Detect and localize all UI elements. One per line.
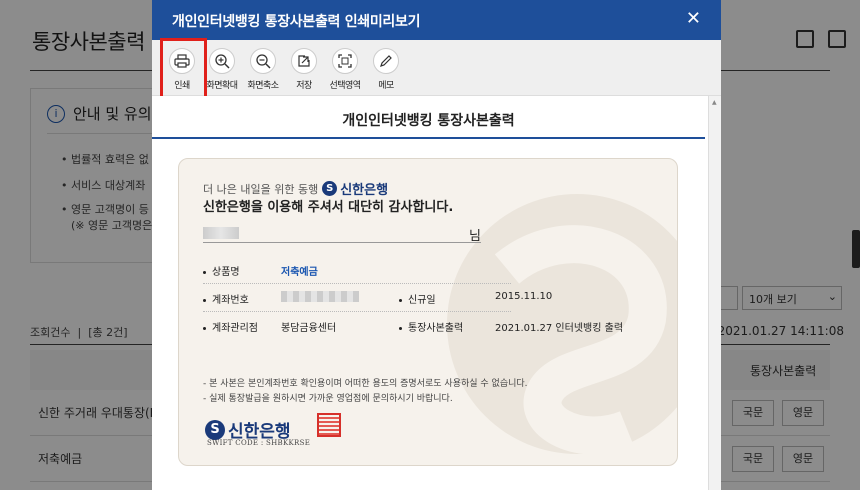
close-icon[interactable]: ✕ [686, 9, 701, 29]
zoom-in-icon [209, 48, 235, 74]
divider [203, 311, 511, 312]
select-area-icon [332, 48, 358, 74]
passbook-card: 더 나은 내일을 위한 동행 S 신한은행 신한은행을 이용해 주셔서 대단히 감… [178, 158, 678, 466]
thanks-message: 신한은행을 이용해 주셔서 대단히 감사합니다. [203, 200, 454, 215]
notes: - 본 사본은 본인계좌번호 확인용이며 어떠한 용도의 증명서로도 사용하실 … [203, 379, 528, 404]
bank-seal [317, 413, 341, 437]
save-button[interactable]: 저장 [282, 48, 326, 91]
divider [152, 137, 705, 139]
zoom-out-button[interactable]: 화면축소 [241, 48, 285, 91]
preview-area: 개인인터넷뱅킹 통장사본출력 ▲ 더 나은 내일을 위한 동행 S 신한은행 신한… [152, 96, 721, 490]
masked-name [203, 227, 239, 239]
memo-icon [373, 48, 399, 74]
zoom-out-icon [250, 48, 276, 74]
divider [203, 283, 511, 284]
modal-header: 개인인터넷뱅킹 통장사본출력 인쇄미리보기 ✕ [152, 0, 721, 40]
scroll-up-icon[interactable]: ▲ [712, 99, 717, 106]
save-icon [291, 48, 317, 74]
select-area-button[interactable]: 선택영역 [323, 48, 367, 91]
masked-account-number [281, 291, 359, 302]
document-title: 개인인터넷뱅킹 통장사본출력 [342, 113, 515, 129]
preview-toolbar: 인쇄 화면확대 화면축소 저장 선택영역 메모 [152, 40, 721, 96]
modal-title: 개인인터넷뱅킹 통장사본출력 인쇄미리보기 [172, 14, 421, 30]
customer-name: 님 [203, 225, 481, 244]
bank-logo-icon: S [322, 181, 338, 196]
bank-logo-icon: S [205, 419, 225, 440]
print-preview-modal: 개인인터넷뱅킹 통장사본출력 인쇄미리보기 ✕ 인쇄 화면확대 화면축소 저장 [152, 0, 721, 490]
swift-code: SWIFT CODE : SHBKKRSE [207, 439, 311, 447]
memo-button[interactable]: 메모 [364, 48, 408, 91]
product-value: 저축예금 [281, 267, 318, 278]
preview-scrollbar[interactable]: ▲ [708, 96, 721, 490]
print-highlight [160, 38, 207, 100]
